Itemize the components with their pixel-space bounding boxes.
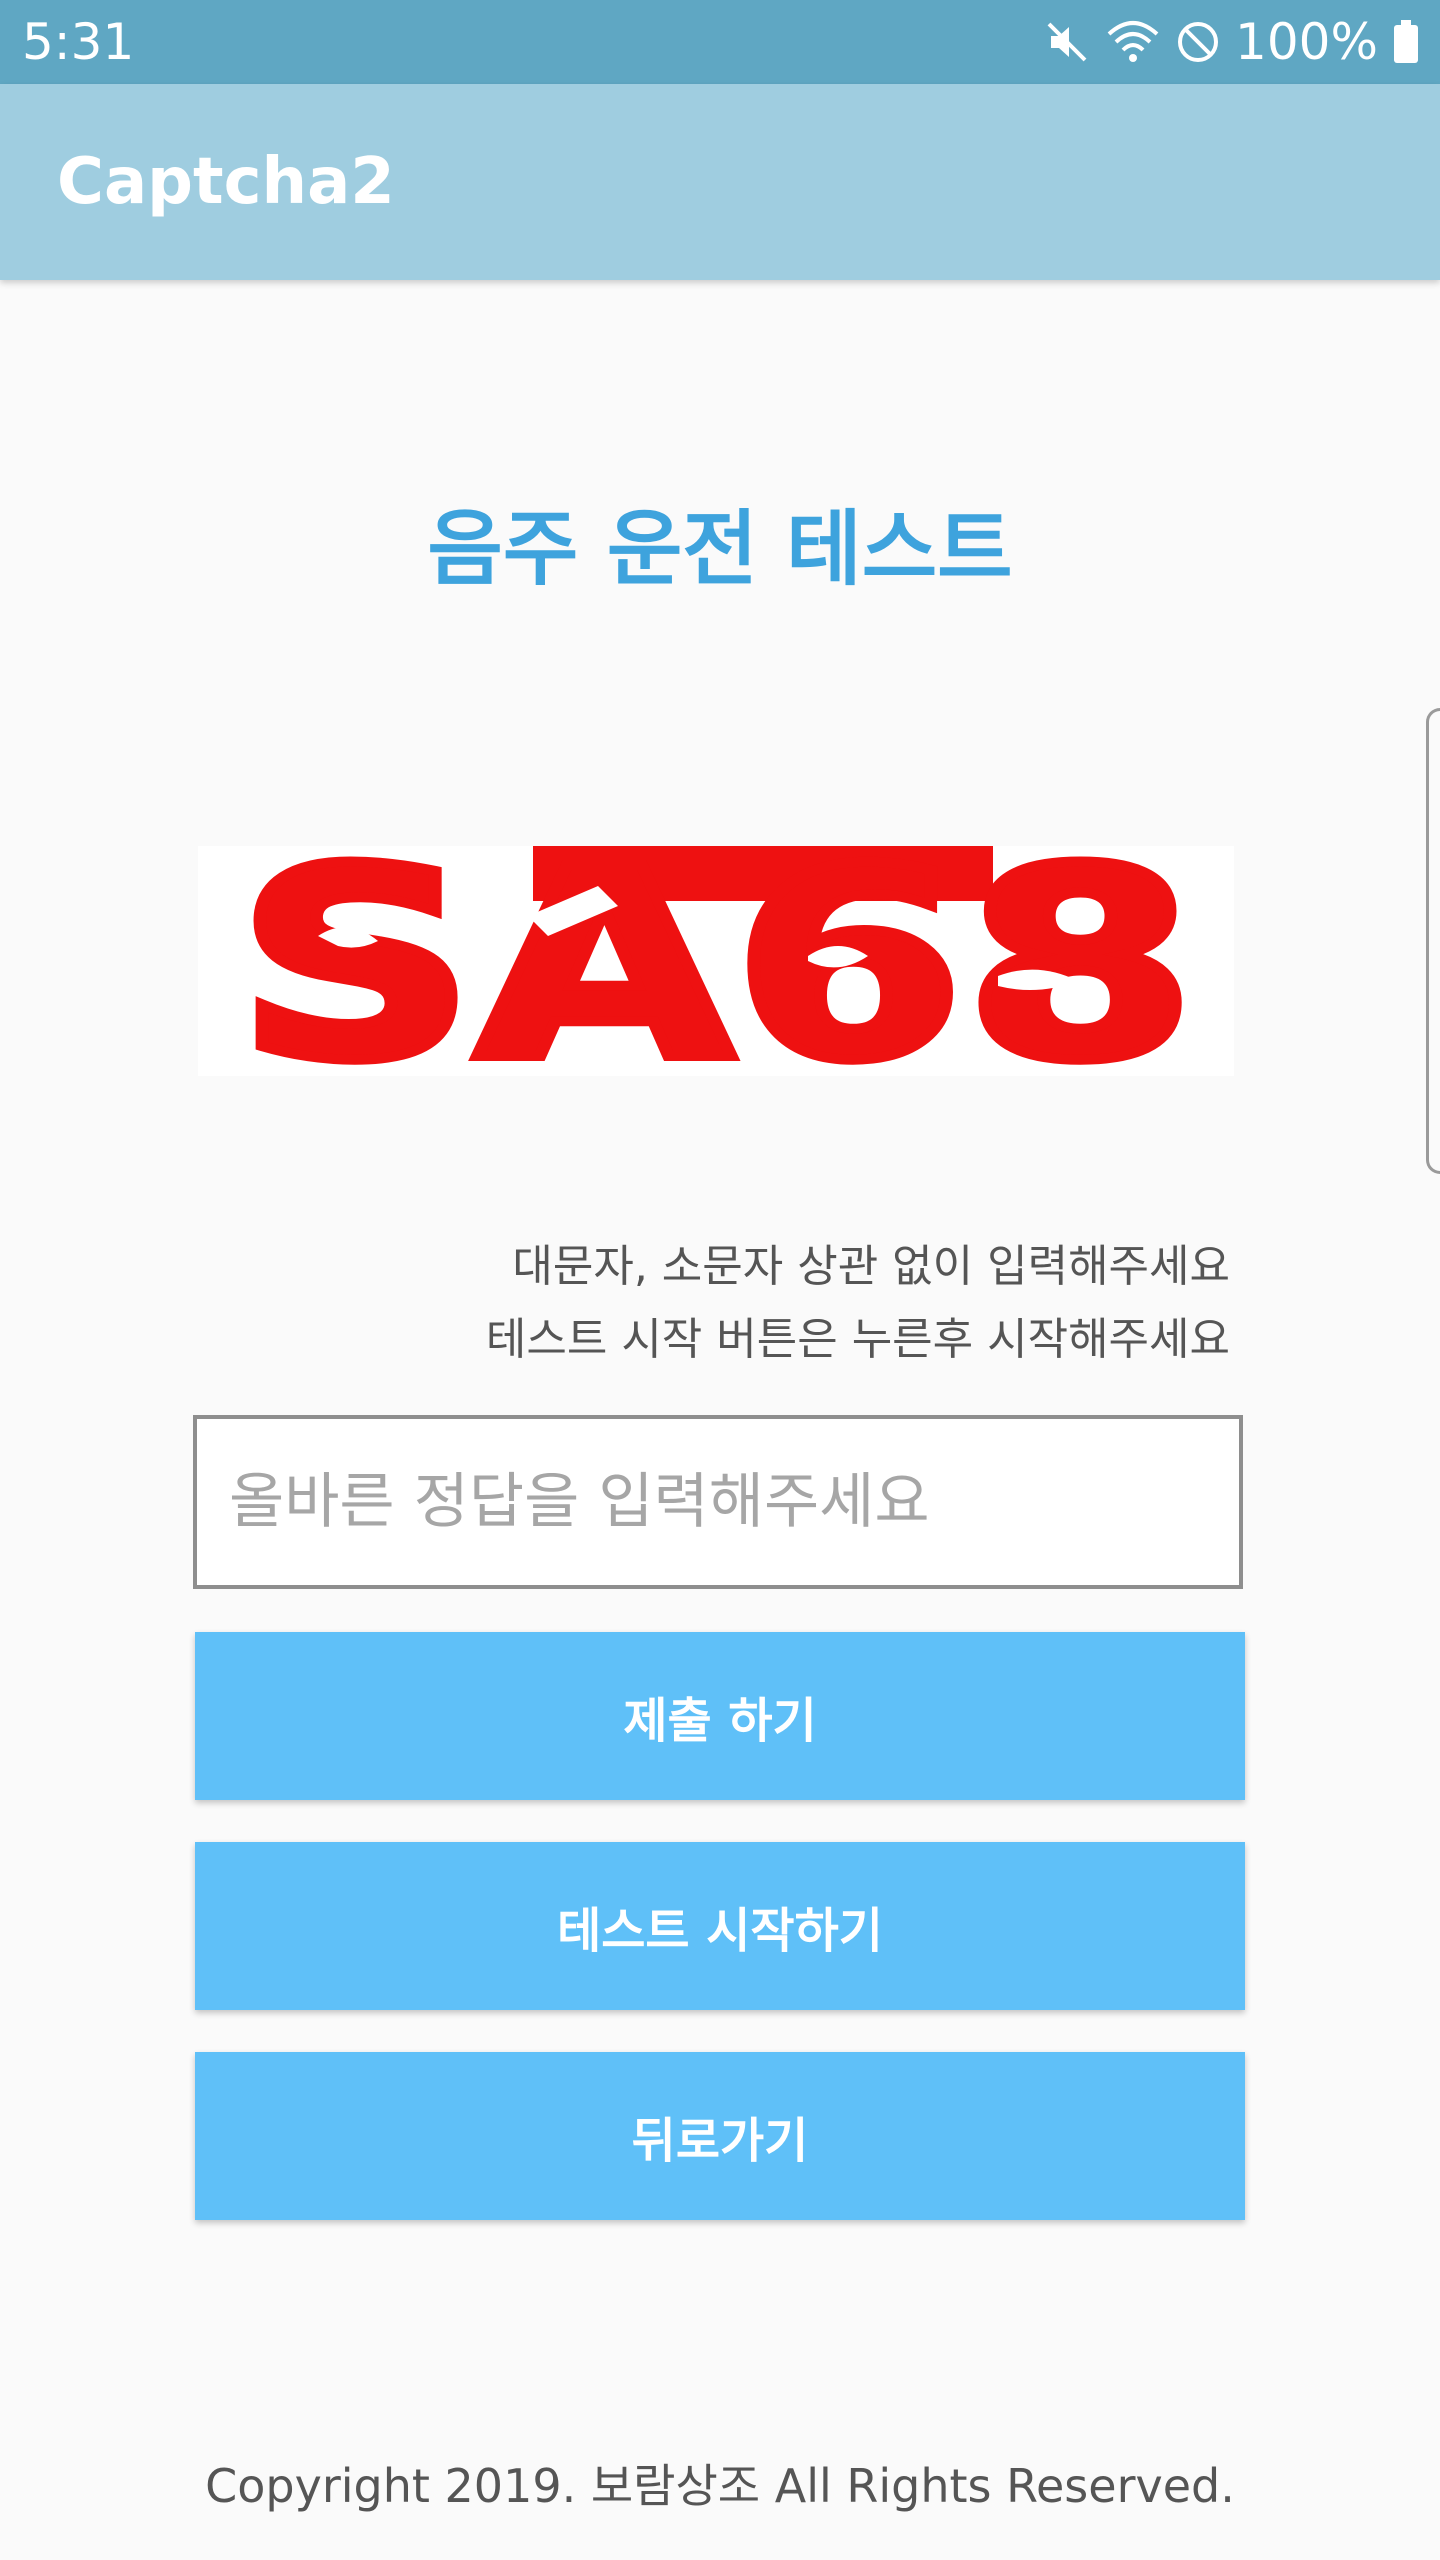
- captcha-text: SA68: [236, 846, 1196, 1076]
- battery-percent: 100%: [1235, 13, 1378, 71]
- copyright-footer: Copyright 2019. 보람상조 All Rights Reserved…: [205, 2459, 1235, 2513]
- page-title: 음주 운전 테스트: [427, 502, 1013, 597]
- status-icons: 100%: [1043, 10, 1420, 74]
- captcha-image: SA68: [198, 808, 1234, 1123]
- edge-panel-handle[interactable]: [1426, 708, 1440, 1174]
- status-time: 5:31: [22, 13, 135, 71]
- app-bar: Captcha2: [0, 84, 1440, 280]
- status-bar: 5:31 100%: [0, 0, 1440, 84]
- start-test-button[interactable]: 테스트 시작하기: [195, 1842, 1245, 2010]
- submit-button[interactable]: 제출 하기: [195, 1632, 1245, 1800]
- back-button[interactable]: 뒤로가기: [195, 2052, 1245, 2220]
- app-title: Captcha2: [57, 145, 395, 219]
- instructions: 대문자, 소문자 상관 없이 입력해주세요 테스트 시작 버튼은 누른후 시작해…: [198, 1230, 1230, 1376]
- no-sign-icon: [1175, 19, 1221, 65]
- hint-line: 대문자, 소문자 상관 없이 입력해주세요: [512, 1241, 1230, 1292]
- answer-input[interactable]: [193, 1415, 1243, 1589]
- wifi-icon: [1105, 18, 1161, 66]
- mute-icon: [1043, 18, 1091, 66]
- hint-line: 테스트 시작 버튼은 누른후 시작해주세요: [485, 1314, 1230, 1365]
- battery-icon: [1392, 19, 1420, 65]
